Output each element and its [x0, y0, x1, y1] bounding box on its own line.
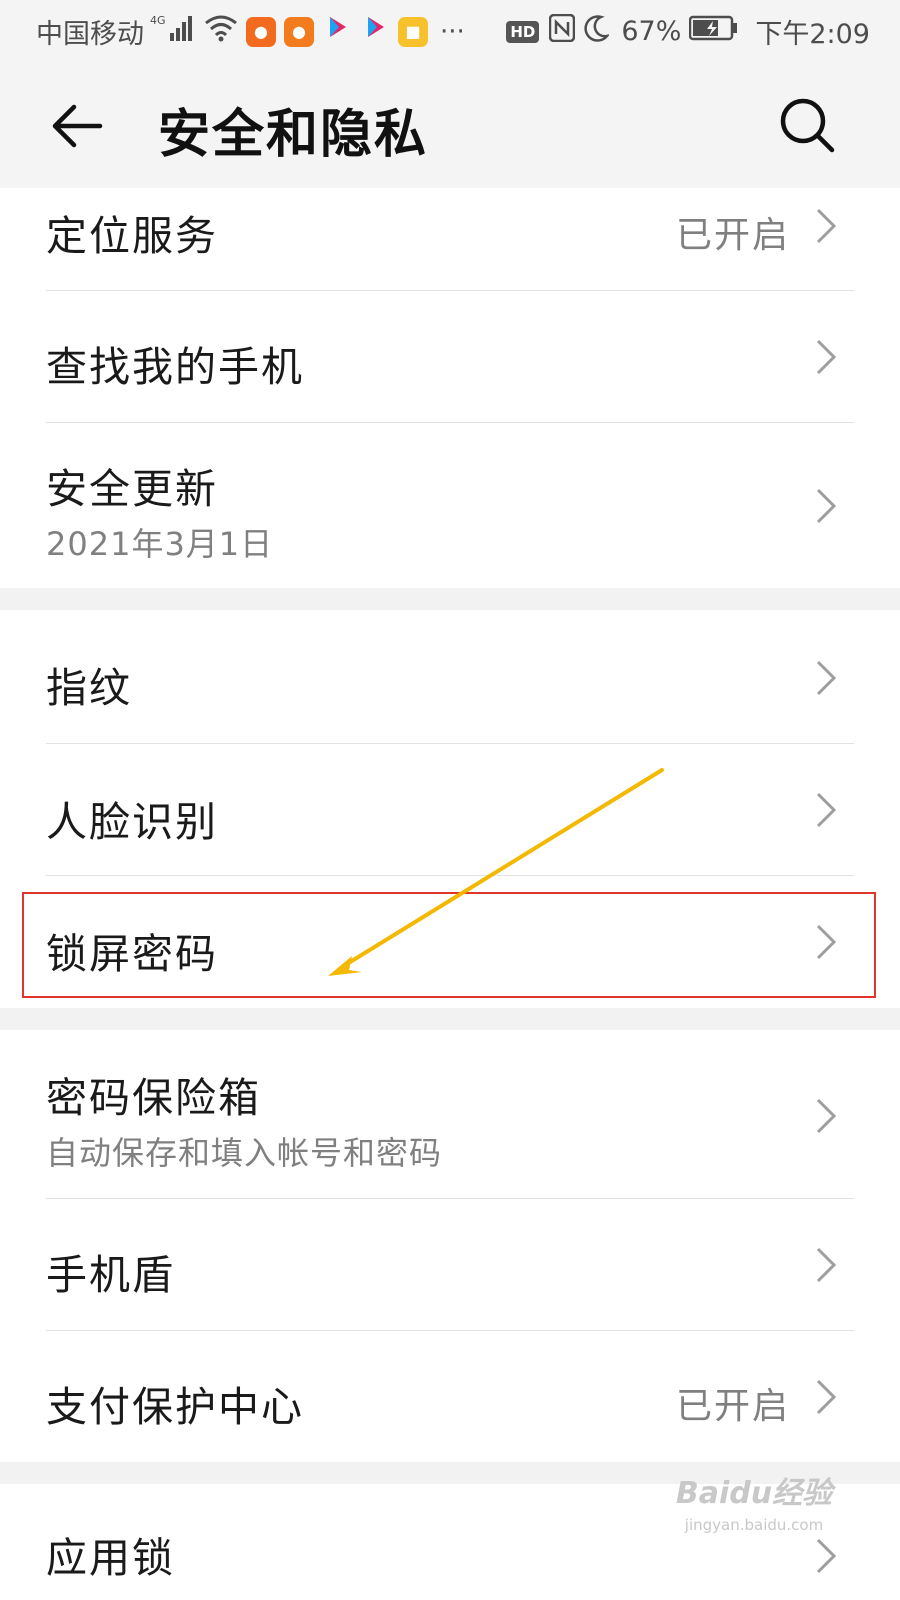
setting-subtitle: 自动保存和填入帐号和密码: [46, 1134, 443, 1172]
setting-location-services[interactable]: 定位服务 已开启: [0, 188, 900, 292]
watermark-logo: Baidu经验: [675, 1476, 833, 1511]
section-gap: [0, 588, 900, 610]
setting-face-recognition[interactable]: 人脸识别: [0, 744, 900, 875]
chevron-right-icon: [816, 660, 837, 696]
chevron-right-icon: [816, 488, 837, 524]
nfc-icon: [549, 13, 576, 49]
watermark-url: jingyan.baidu.com: [684, 1516, 824, 1534]
chevron-right-icon: [816, 1379, 837, 1415]
screen: 中国移动 4G ● ● ■ ··· HD 67% 下午2:09 安全和隐私 定位…: [0, 0, 900, 1600]
do-not-disturb-moon-icon: [583, 14, 611, 49]
setting-title: 安全更新: [46, 465, 218, 513]
status-bar: 中国移动 4G ● ● ■ ··· HD 67% 下午2:09: [0, 0, 900, 62]
carrier-label: 中国移动: [36, 19, 144, 50]
chevron-right-icon: [816, 1247, 837, 1283]
page-title: 安全和隐私: [158, 105, 429, 165]
search-icon: [780, 98, 835, 153]
setting-security-update[interactable]: 安全更新 2021年3月1日: [0, 423, 900, 588]
youku-app-icon: [322, 13, 352, 50]
youku-app-icon-2: [360, 13, 390, 50]
setting-title: 查找我的手机: [46, 343, 304, 391]
setting-status-value: 已开启: [675, 1386, 790, 1427]
setting-title: 手机盾: [46, 1251, 175, 1299]
uc-browser-app-icon: ●: [284, 16, 314, 47]
hd-voice-icon: HD: [506, 20, 540, 43]
chevron-right-icon: [816, 1098, 837, 1134]
setting-title: 人脸识别: [46, 798, 218, 846]
back-button[interactable]: [46, 94, 110, 158]
kuaishou-app-icon: ●: [246, 16, 276, 47]
search-button[interactable]: [776, 94, 840, 158]
baidu-watermark: Baidu经验 jingyan.baidu.com: [674, 1468, 834, 1552]
setting-password-vault[interactable]: 密码保险箱 自动保存和填入帐号和密码: [0, 1030, 900, 1198]
clock-time: 下午2:09: [755, 19, 870, 50]
highlight-box: [22, 892, 876, 998]
notes-app-icon: ■: [398, 16, 428, 47]
chevron-right-icon: [816, 208, 837, 244]
setting-status-value: 已开启: [675, 215, 790, 256]
battery-percent: 67%: [621, 16, 682, 47]
setting-phone-shield[interactable]: 手机盾: [0, 1199, 900, 1330]
setting-fingerprint[interactable]: 指纹: [0, 610, 900, 743]
section-gap: [0, 1008, 900, 1030]
back-arrow-icon: [52, 104, 103, 148]
setting-payment-protection-center[interactable]: 支付保护中心 已开启: [0, 1331, 900, 1462]
setting-title: 定位服务: [46, 212, 218, 260]
setting-find-my-phone[interactable]: 查找我的手机: [0, 291, 900, 422]
chevron-right-icon: [816, 339, 837, 375]
setting-title: 应用锁: [46, 1534, 175, 1582]
setting-subtitle: 2021年3月1日: [46, 525, 274, 563]
chevron-right-icon: [816, 792, 837, 828]
setting-title: 支付保护中心: [46, 1383, 304, 1431]
setting-title: 密码保险箱: [46, 1074, 261, 1122]
cellular-signal-icon: 4G: [150, 13, 196, 50]
wifi-icon: [204, 13, 238, 50]
setting-title: 指纹: [46, 664, 132, 712]
battery-charging-icon: [689, 15, 739, 48]
svg-text:4G: 4G: [150, 14, 166, 27]
app-bar: 安全和隐私: [0, 62, 900, 188]
more-notifications-icon: ···: [440, 16, 465, 47]
